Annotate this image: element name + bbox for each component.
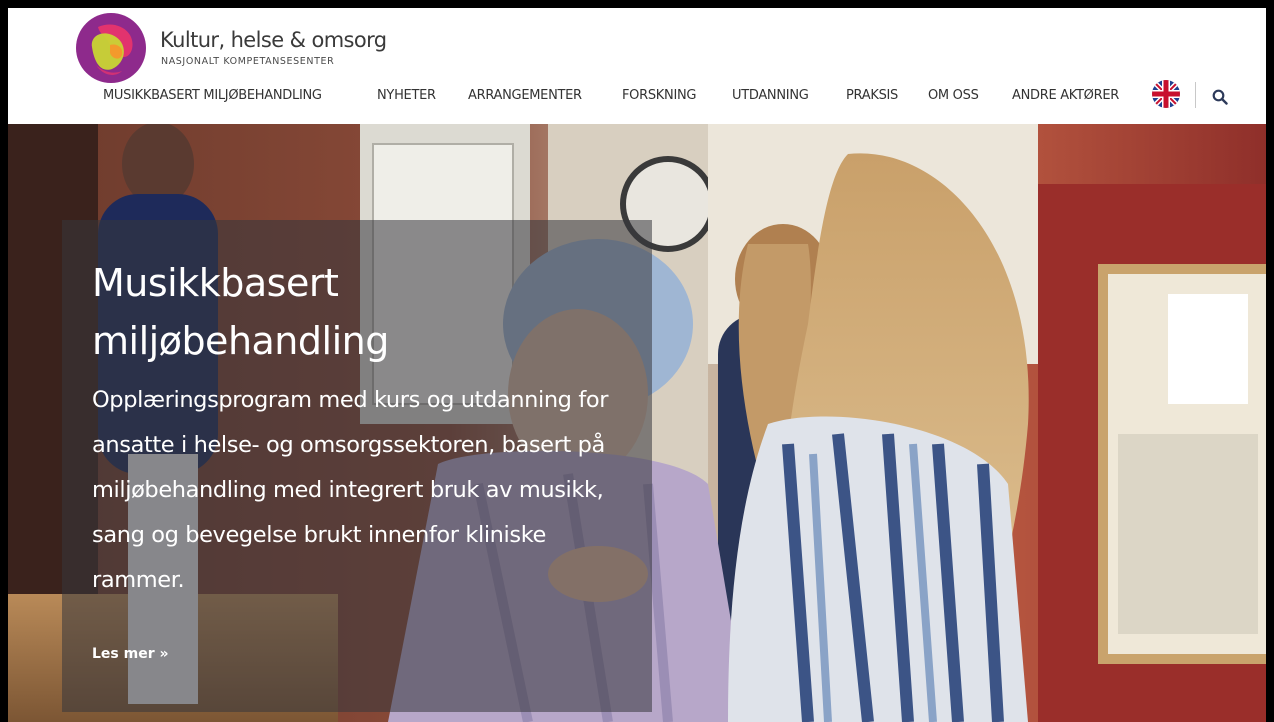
search-icon[interactable] <box>1212 89 1228 105</box>
nav-item-forskning[interactable]: FORSKNING <box>622 88 696 103</box>
hero-title: Musikkbasert miljøbehandling <box>92 261 389 363</box>
hero-banner: Musikkbasert miljøbehandling Opplæringsp… <box>8 124 1266 722</box>
uk-flag-icon[interactable] <box>1152 80 1180 108</box>
site-header: Kultur, helse & omsorg NASJONALT KOMPETA… <box>8 8 1266 124</box>
nav-item-nyheter[interactable]: NYHETER <box>377 88 436 103</box>
brand-name[interactable]: Kultur, helse & omsorg <box>160 28 387 52</box>
read-more-link[interactable]: Les mer » <box>92 646 169 662</box>
nav-item-musikkbasert-miljobehandling[interactable]: MUSIKKBASERT MILJØBEHANDLING <box>103 88 322 103</box>
nav-item-praksis[interactable]: PRAKSIS <box>846 88 898 103</box>
nav-item-andre-aktorer[interactable]: ANDRE AKTØRER <box>1012 88 1119 103</box>
hero-description: Opplæringsprogram med kurs og utdanning … <box>92 387 609 593</box>
nav-divider <box>1195 82 1196 108</box>
browser-viewport: Kultur, helse & omsorg NASJONALT KOMPETA… <box>8 8 1266 722</box>
brand-subtitle: NASJONALT KOMPETANSESENTER <box>161 56 335 67</box>
nav-item-om-oss[interactable]: OM OSS <box>928 88 979 103</box>
logo-icon[interactable] <box>76 13 146 83</box>
nav-item-utdanning[interactable]: UTDANNING <box>732 88 809 103</box>
nav-item-arrangementer[interactable]: ARRANGEMENTER <box>468 88 582 103</box>
main-nav: MUSIKKBASERT MILJØBEHANDLING NYHETER ARR… <box>8 88 1266 110</box>
